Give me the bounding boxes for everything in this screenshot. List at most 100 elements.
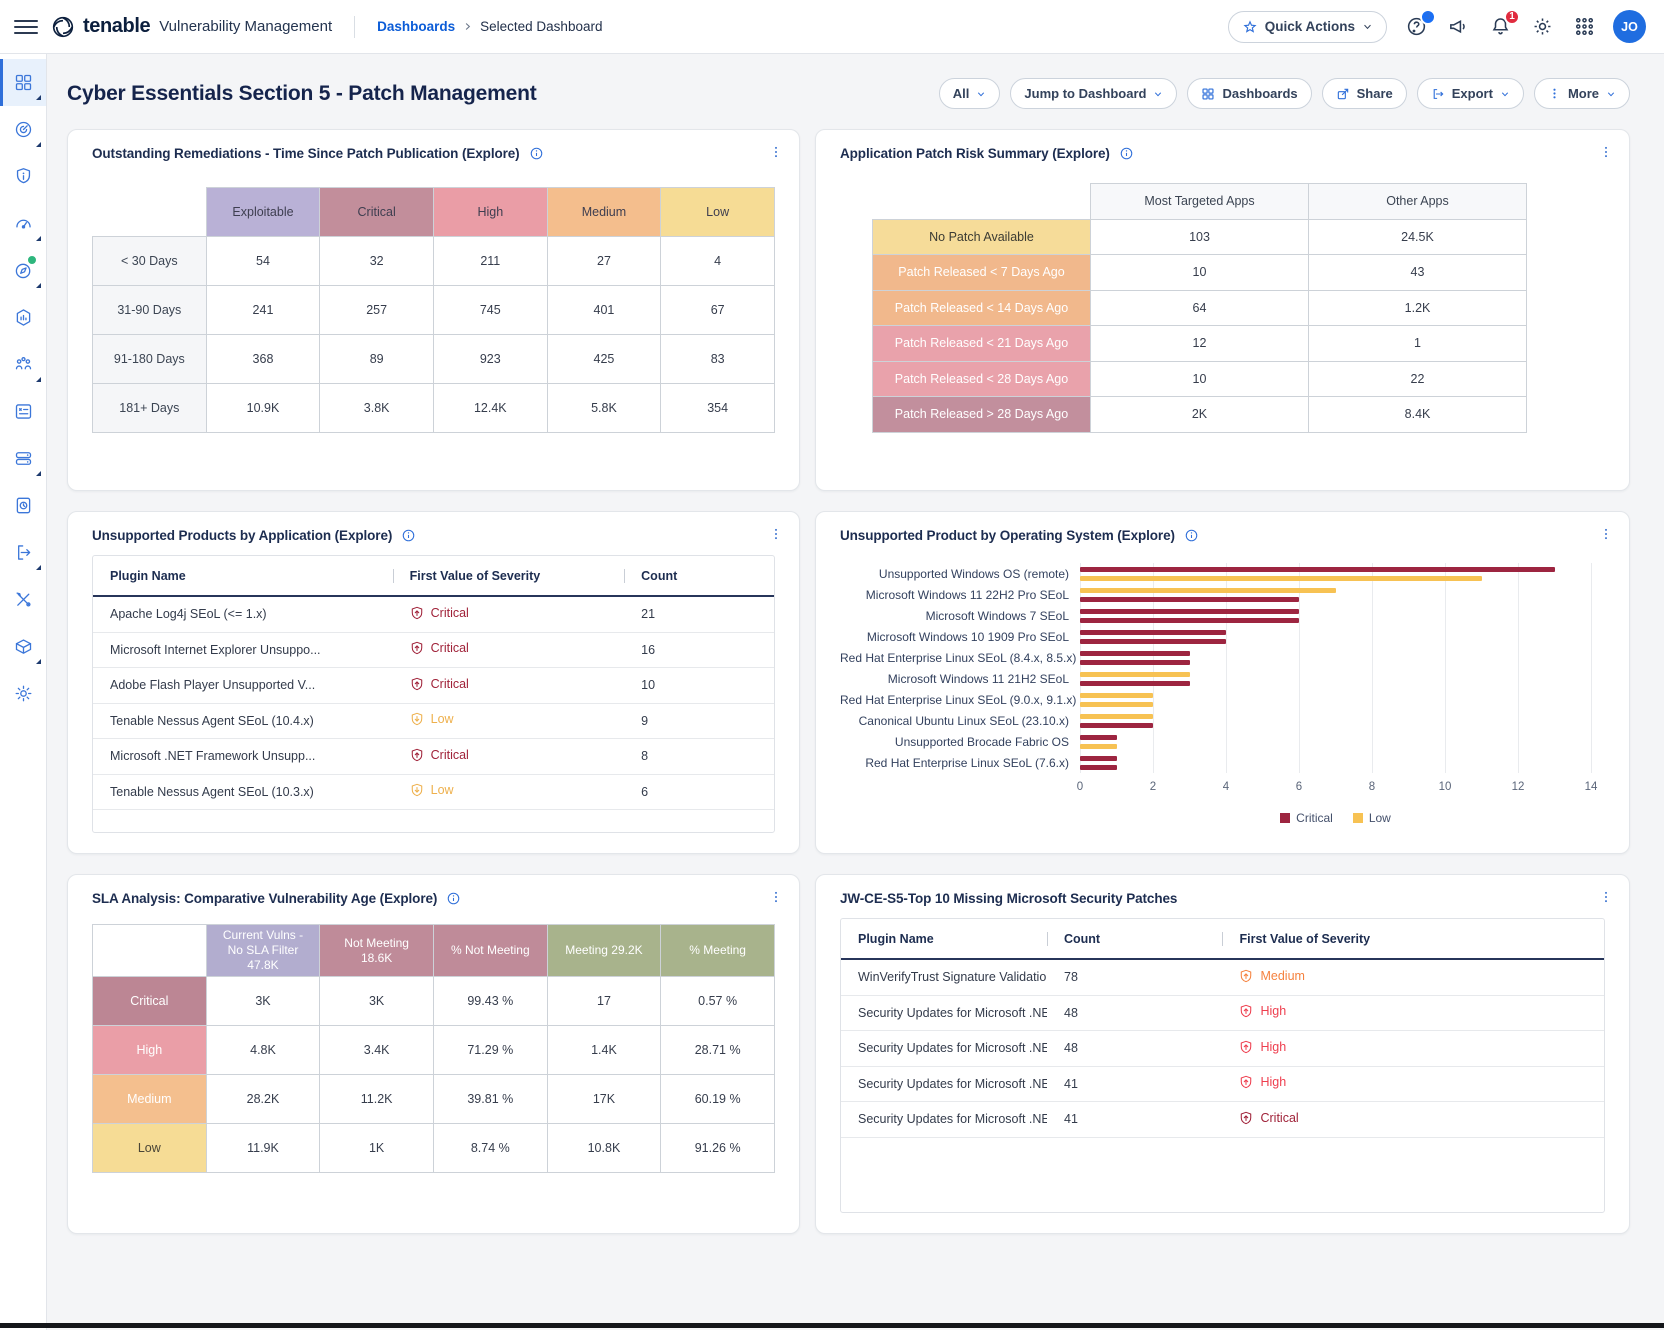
matrix-value-cell[interactable]: 11.2K [320, 1075, 434, 1124]
matrix-value-cell[interactable]: 0.57 % [661, 977, 775, 1026]
table-row[interactable]: Apache Log4j SEoL (<= 1.x)Critical21 [93, 597, 774, 633]
bar-low[interactable] [1080, 714, 1153, 719]
matrix-value-cell[interactable]: 43 [1309, 255, 1527, 291]
matrix-value-cell[interactable]: 22 [1309, 361, 1527, 397]
bar-low[interactable] [1080, 702, 1153, 707]
column-header-severity[interactable]: First Value of Severity [1222, 932, 1604, 946]
matrix-value-cell[interactable]: 241 [206, 286, 320, 335]
matrix-value-cell[interactable]: 923 [433, 335, 547, 384]
matrix-value-cell[interactable]: 3.4K [320, 1026, 434, 1075]
matrix-value-cell[interactable]: 71.29 % [433, 1026, 547, 1075]
bar-critical[interactable] [1080, 756, 1117, 761]
matrix-value-cell[interactable]: 54 [206, 237, 320, 286]
info-icon[interactable] [446, 891, 461, 906]
matrix-value-cell[interactable]: 10.9K [206, 384, 320, 433]
bar-critical[interactable] [1080, 639, 1226, 644]
bar-critical[interactable] [1080, 651, 1190, 656]
jump-to-dashboard-button[interactable]: Jump to Dashboard [1010, 78, 1177, 109]
widget-menu-kebab-icon[interactable] [1599, 890, 1613, 904]
table-row[interactable]: Tenable Nessus Agent SEoL (10.3.x)Low6 [93, 775, 774, 811]
user-avatar[interactable]: JO [1613, 10, 1646, 43]
matrix-value-cell[interactable]: 91.26 % [661, 1124, 775, 1173]
column-header-count[interactable]: Count [1047, 932, 1222, 946]
matrix-value-cell[interactable]: 28.71 % [661, 1026, 775, 1075]
sidebar-item-lumin-gauge[interactable] [0, 200, 46, 247]
breadcrumb-dashboards[interactable]: Dashboards [377, 19, 455, 34]
sidebar-item-reports-document[interactable] [0, 482, 46, 529]
bar-critical[interactable] [1080, 681, 1190, 686]
matrix-value-cell[interactable]: 89 [320, 335, 434, 384]
matrix-value-cell[interactable]: 3K [320, 977, 434, 1026]
matrix-value-cell[interactable]: 1.4K [547, 1026, 661, 1075]
info-icon[interactable] [1119, 146, 1134, 161]
matrix-value-cell[interactable]: 32 [320, 237, 434, 286]
bar-low[interactable] [1080, 744, 1117, 749]
table-row[interactable]: Security Updates for Microsoft .NET...41… [841, 1102, 1604, 1138]
table-row[interactable]: Security Updates for Microsoft .NET...41… [841, 1067, 1604, 1103]
matrix-value-cell[interactable]: 11.9K [206, 1124, 320, 1173]
sidebar-item-remediation-tools[interactable] [0, 576, 46, 623]
table-row[interactable]: Security Updates for Microsoft .NET...48… [841, 996, 1604, 1032]
bar-critical[interactable] [1080, 660, 1190, 665]
hamburger-menu-icon[interactable] [14, 15, 38, 39]
apps-grid-button[interactable] [1571, 14, 1597, 40]
matrix-value-cell[interactable]: 24.5K [1309, 219, 1527, 255]
notifications-bell-button[interactable]: 1 [1487, 14, 1513, 40]
bar-low[interactable] [1080, 693, 1153, 698]
matrix-value-cell[interactable]: 425 [547, 335, 661, 384]
table-row[interactable]: Security Updates for Microsoft .NET...48… [841, 1031, 1604, 1067]
dashboards-button[interactable]: Dashboards [1187, 78, 1311, 109]
sidebar-item-attack-path-compass[interactable] [0, 247, 46, 294]
info-icon[interactable] [401, 528, 416, 543]
bar-low[interactable] [1080, 576, 1482, 581]
widget-menu-kebab-icon[interactable] [1599, 527, 1613, 541]
sidebar-item-shield-info[interactable] [0, 153, 46, 200]
matrix-value-cell[interactable]: 17K [547, 1075, 661, 1124]
widget-menu-kebab-icon[interactable] [769, 890, 783, 904]
column-header-count[interactable]: Count [624, 569, 774, 583]
info-icon[interactable] [1184, 528, 1199, 543]
matrix-value-cell[interactable]: 8.74 % [433, 1124, 547, 1173]
matrix-value-cell[interactable]: 99.43 % [433, 977, 547, 1026]
matrix-value-cell[interactable]: 10 [1091, 255, 1309, 291]
bar-critical[interactable] [1080, 723, 1153, 728]
matrix-value-cell[interactable]: 1.2K [1309, 290, 1527, 326]
quick-actions-button[interactable]: Quick Actions [1228, 11, 1387, 43]
bar-critical[interactable] [1080, 630, 1226, 635]
bar-low[interactable] [1080, 672, 1190, 677]
bar-critical[interactable] [1080, 618, 1299, 623]
settings-gear-button[interactable] [1529, 14, 1555, 40]
table-row[interactable]: Tenable Nessus Agent SEoL (10.4.x)Low9 [93, 704, 774, 740]
widget-menu-kebab-icon[interactable] [769, 145, 783, 159]
table-row[interactable]: Microsoft .NET Framework Unsupp...Critic… [93, 739, 774, 775]
matrix-value-cell[interactable]: 368 [206, 335, 320, 384]
table-row[interactable]: Adobe Flash Player Unsupported V...Criti… [93, 668, 774, 704]
column-header-name[interactable]: Plugin Name [841, 932, 1047, 946]
matrix-value-cell[interactable]: 2K [1091, 397, 1309, 433]
sidebar-item-export-arrow[interactable] [0, 529, 46, 576]
column-header-name[interactable]: Plugin Name [93, 569, 393, 583]
matrix-value-cell[interactable]: 5.8K [547, 384, 661, 433]
matrix-value-cell[interactable]: 28.2K [206, 1075, 320, 1124]
sidebar-item-scan-checklist[interactable] [0, 388, 46, 435]
matrix-value-cell[interactable]: 67 [661, 286, 775, 335]
share-button[interactable]: Share [1322, 78, 1407, 109]
matrix-value-cell[interactable]: 4 [661, 237, 775, 286]
table-row[interactable]: Microsoft Internet Explorer Unsuppo...Cr… [93, 633, 774, 669]
filter-all-button[interactable]: All [939, 78, 1001, 109]
matrix-value-cell[interactable]: 8.4K [1309, 397, 1527, 433]
matrix-value-cell[interactable]: 10 [1091, 361, 1309, 397]
bar-critical[interactable] [1080, 735, 1117, 740]
sidebar-item-packages-box[interactable] [0, 623, 46, 670]
help-button[interactable]: 3 [1403, 14, 1429, 40]
matrix-value-cell[interactable]: 401 [547, 286, 661, 335]
export-button[interactable]: Export [1417, 78, 1524, 109]
matrix-value-cell[interactable]: 211 [433, 237, 547, 286]
bar-low[interactable] [1080, 588, 1336, 593]
sidebar-item-sensors-stack[interactable] [0, 435, 46, 482]
matrix-value-cell[interactable]: 12 [1091, 326, 1309, 362]
column-header-severity[interactable]: First Value of Severity [393, 569, 625, 583]
matrix-value-cell[interactable]: 17 [547, 977, 661, 1026]
sidebar-item-explore-findings[interactable] [0, 106, 46, 153]
matrix-value-cell[interactable]: 39.81 % [433, 1075, 547, 1124]
